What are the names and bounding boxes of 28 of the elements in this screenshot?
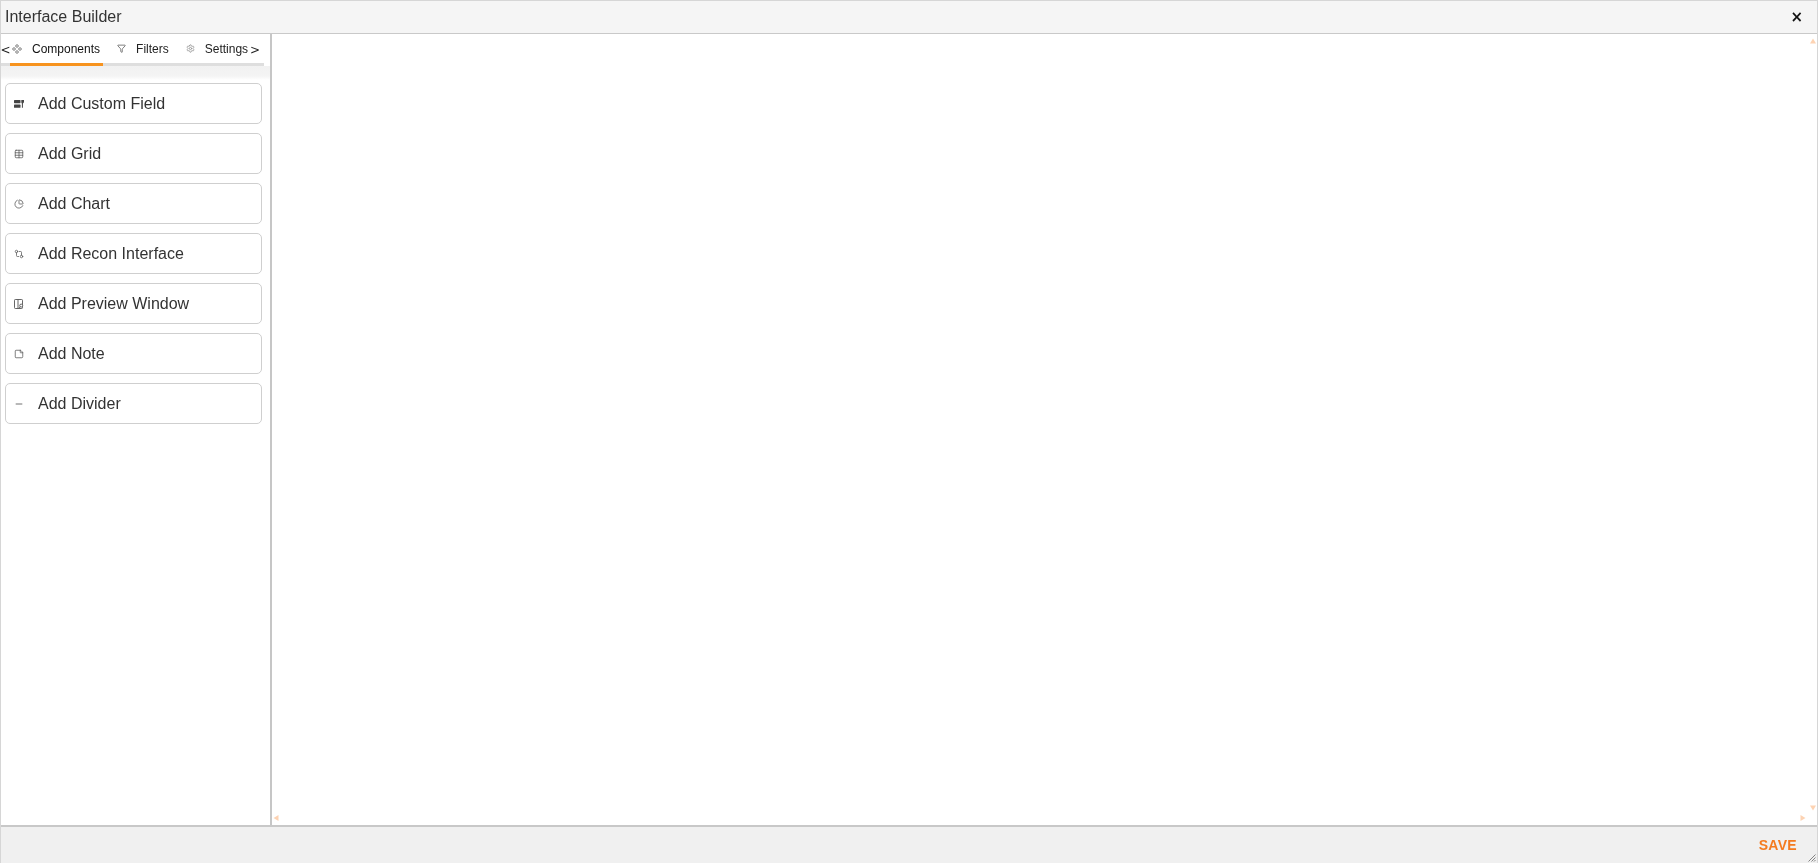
add-component-button[interactable]: Add Divider: [5, 383, 262, 424]
note-icon: [14, 348, 24, 359]
filter-icon: [117, 44, 127, 53]
add-component-button[interactable]: Add Grid: [5, 133, 262, 174]
add-component-button[interactable]: Add Preview Window: [5, 283, 262, 324]
pie-chart-icon: [14, 198, 24, 209]
scroll-down-icon[interactable]: [1810, 805, 1816, 811]
scroll-right-icon[interactable]: [1800, 815, 1806, 821]
diamond-dots-icon: [12, 43, 22, 54]
window-title: Interface Builder: [5, 8, 122, 26]
add-component-button[interactable]: Add Chart: [5, 183, 262, 224]
custom-field-icon: [14, 99, 24, 108]
preview-window-icon: [14, 298, 24, 309]
grid-icon: [14, 148, 24, 159]
tab[interactable]: Settings: [183, 34, 252, 66]
scroll-left-icon[interactable]: [273, 815, 279, 821]
tab[interactable]: Components: [10, 34, 104, 66]
add-component-button[interactable]: Add Custom Field: [5, 83, 262, 124]
scroll-tabs-right-button[interactable]: >: [251, 34, 260, 66]
tab[interactable]: Filters: [115, 34, 172, 66]
scroll-up-icon[interactable]: [1810, 38, 1816, 44]
add-component-button[interactable]: Add Recon Interface: [5, 233, 262, 274]
close-button[interactable]: ×: [1788, 9, 1805, 25]
compare-arrows-icon: [14, 248, 24, 259]
resize-grip-icon[interactable]: [1808, 854, 1816, 862]
scroll-tabs-left-button[interactable]: <: [1, 34, 10, 66]
settings-icon: [185, 44, 195, 53]
add-component-button[interactable]: Add Note: [5, 333, 262, 374]
